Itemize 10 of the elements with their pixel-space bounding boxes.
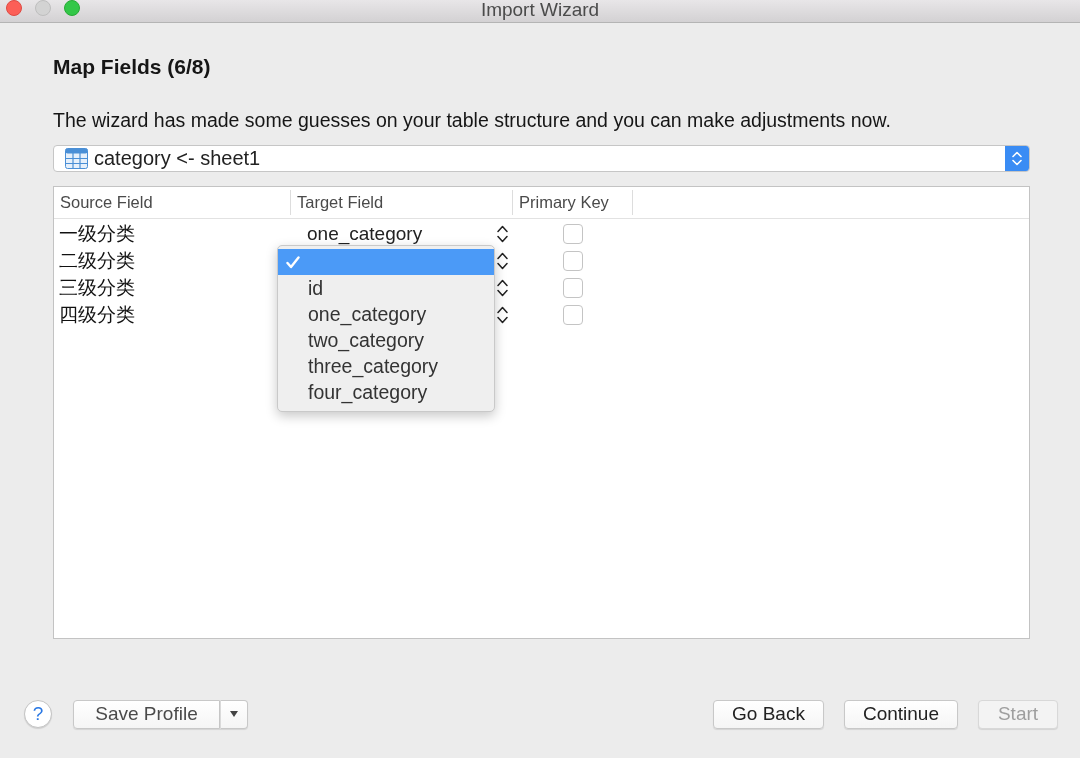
column-header: Target Field [297,193,384,212]
source-field-cell-text: 一级分类 [59,221,135,246]
source-field-cell-text: 二级分类 [59,248,135,273]
column-header: Source Field [60,193,153,212]
column-header: Primary Key [519,193,609,212]
step-heading: Map Fields (6/8) [53,55,211,79]
window-title: Import Wizard [480,0,600,22]
source-field-cell-text: 四级分类 [59,302,135,327]
description-text: The wizard has made some guesses on your table structure and you can make adjustments now. [53,109,891,131]
source-field-cell-text: 三级分类 [59,275,135,300]
